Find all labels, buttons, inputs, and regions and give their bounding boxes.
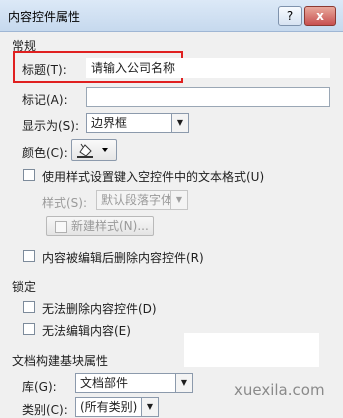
chevron-down-icon: ▼ bbox=[171, 114, 188, 132]
showas-value: 边界框 bbox=[91, 116, 128, 130]
section-building-block: 文档构建基块属性 bbox=[12, 354, 109, 368]
no-delete-checkbox[interactable] bbox=[23, 301, 35, 313]
tag-label: 标记(A): bbox=[22, 93, 68, 107]
remove-label: 内容被编辑后删除内容控件(R) bbox=[42, 251, 204, 265]
style-value: 默认段落字体 bbox=[101, 193, 174, 207]
new-style-label: 新建样式(N)... bbox=[71, 219, 149, 233]
color-label: 颜色(C): bbox=[22, 146, 68, 160]
title-input[interactable]: 请输入公司名称 bbox=[86, 58, 330, 78]
category-combo[interactable]: (所有类别) ▼ bbox=[75, 397, 159, 417]
style-label: 样式(S): bbox=[42, 196, 88, 210]
chevron-down-icon: ▼ bbox=[170, 191, 187, 209]
no-edit-checkbox[interactable] bbox=[23, 323, 35, 335]
no-edit-label: 无法编辑内容(E) bbox=[42, 324, 131, 338]
overlay-box bbox=[184, 333, 319, 367]
close-button[interactable]: x bbox=[304, 6, 336, 26]
showas-combo[interactable]: 边界框 ▼ bbox=[86, 113, 189, 133]
style-combo[interactable]: 默认段落字体 ▼ bbox=[96, 190, 188, 210]
gallery-label: 库(G): bbox=[22, 380, 57, 394]
new-style-icon bbox=[55, 221, 67, 233]
category-value: (所有类别) bbox=[80, 400, 138, 414]
use-style-label: 使用样式设置键入空控件中的文本格式(U) bbox=[42, 170, 265, 184]
section-locking: 锁定 bbox=[12, 280, 37, 294]
title-bar: 内容控件属性 ? x bbox=[0, 0, 343, 32]
use-style-checkbox[interactable] bbox=[23, 169, 35, 181]
color-picker-button[interactable] bbox=[71, 139, 117, 161]
paint-bucket-icon bbox=[77, 143, 108, 158]
chevron-down-icon: ▼ bbox=[141, 398, 158, 416]
remove-checkbox[interactable] bbox=[23, 250, 35, 262]
chevron-down-icon: ▼ bbox=[175, 374, 192, 392]
title-label: 标题(T): bbox=[22, 63, 67, 77]
tag-input[interactable] bbox=[86, 87, 330, 107]
new-style-button[interactable]: 新建样式(N)... bbox=[46, 216, 154, 236]
window-title: 内容控件属性 bbox=[8, 10, 81, 24]
gallery-combo[interactable]: 文档部件 ▼ bbox=[75, 373, 193, 393]
help-button[interactable]: ? bbox=[278, 6, 302, 26]
title-input-value: 请输入公司名称 bbox=[91, 61, 176, 75]
showas-label: 显示为(S): bbox=[22, 119, 80, 133]
no-delete-label: 无法删除内容控件(D) bbox=[42, 302, 157, 316]
watermark-text: xuexila.com bbox=[234, 381, 325, 399]
category-label: 类别(C): bbox=[22, 403, 68, 417]
gallery-value: 文档部件 bbox=[80, 376, 129, 390]
